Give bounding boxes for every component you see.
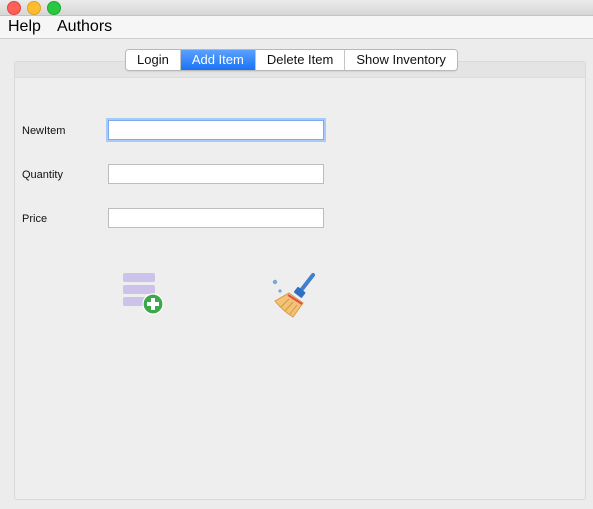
price-input[interactable]	[108, 208, 324, 228]
tab-bar: Login Add Item Delete Item Show Inventor…	[125, 49, 458, 71]
tab-login[interactable]: Login	[126, 50, 181, 70]
new-item-label: NewItem	[22, 125, 66, 137]
menu-bar: Help Authors	[0, 16, 593, 39]
quantity-input[interactable]	[108, 164, 324, 184]
window-titlebar	[0, 0, 593, 16]
quantity-label: Quantity	[22, 169, 63, 181]
minimize-window-button[interactable]	[27, 1, 41, 15]
menu-help[interactable]: Help	[8, 18, 41, 36]
add-item-button[interactable]	[120, 270, 166, 316]
menu-authors[interactable]: Authors	[57, 18, 112, 36]
price-label: Price	[22, 213, 48, 225]
new-item-input[interactable]	[108, 120, 324, 140]
broom-icon	[272, 273, 315, 318]
tab-add-item[interactable]: Add Item	[180, 50, 256, 70]
maximize-window-button[interactable]	[47, 1, 61, 15]
tab-delete-item[interactable]: Delete Item	[255, 50, 346, 70]
clear-form-button[interactable]	[269, 271, 319, 321]
close-window-button[interactable]	[7, 1, 21, 15]
tab-show-inventory[interactable]: Show Inventory	[345, 50, 457, 70]
add-to-list-icon	[123, 273, 164, 315]
